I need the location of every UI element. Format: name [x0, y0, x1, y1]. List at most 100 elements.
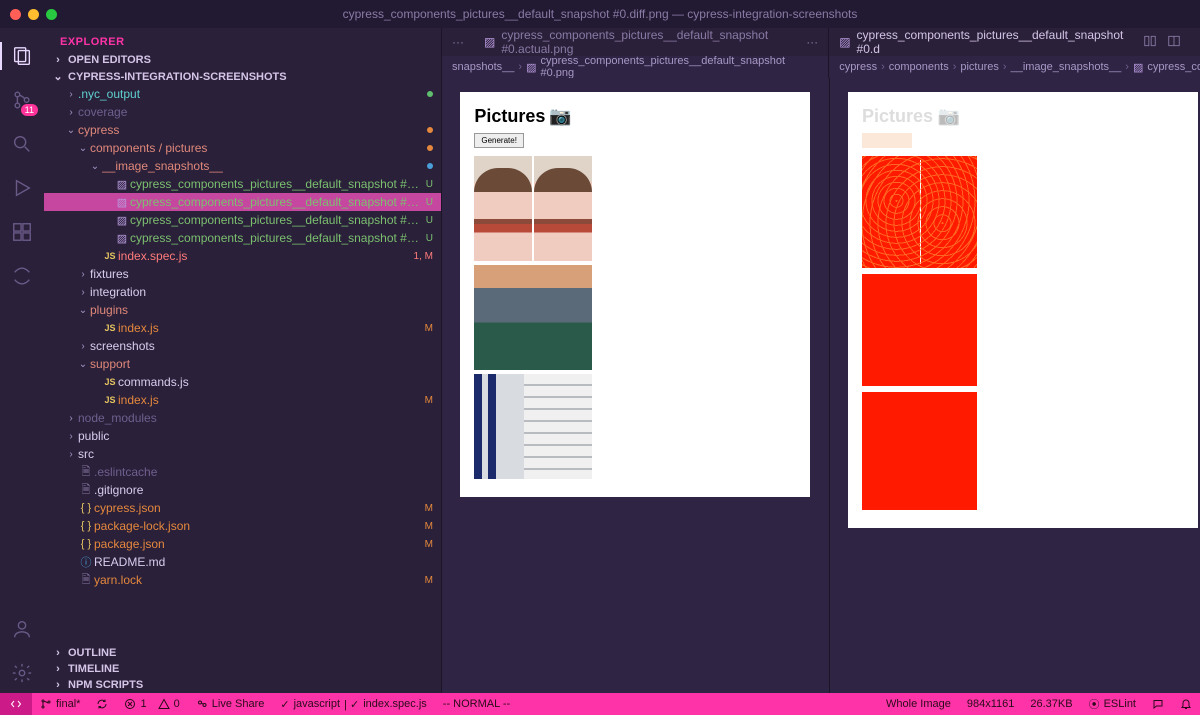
- project-section[interactable]: ⌄CYPRESS-INTEGRATION-SCREENSHOTS: [44, 68, 441, 85]
- open-editors-section[interactable]: ›OPEN EDITORS: [44, 52, 441, 68]
- image-file-icon: ▨: [839, 35, 850, 49]
- breadcrumb-segment[interactable]: snapshots__: [452, 61, 514, 73]
- close-window-button[interactable]: [10, 9, 21, 20]
- json-file-icon: { }: [78, 520, 94, 532]
- minimize-window-button[interactable]: [28, 9, 39, 20]
- notifications-icon[interactable]: [1172, 698, 1200, 710]
- live-share[interactable]: Live Share: [188, 698, 273, 710]
- zoom-level[interactable]: Whole Image: [878, 698, 959, 710]
- breadcrumb-segment[interactable]: cypress: [839, 61, 877, 73]
- account-icon[interactable]: [0, 609, 44, 649]
- file-label: src: [78, 447, 433, 461]
- file-tree-item[interactable]: ⌄components / pictures: [44, 139, 441, 157]
- scm-status-tag: M: [425, 323, 433, 334]
- titlebar: cypress_components_pictures__default_sna…: [0, 0, 1200, 28]
- scm-status-tag: U: [426, 179, 433, 190]
- breadcrumb-left[interactable]: snapshots__›▨cypress_components_pictures…: [442, 56, 829, 78]
- file-label: node_modules: [78, 411, 433, 425]
- status-dot: [427, 145, 433, 151]
- file-tree-item[interactable]: ⌄support: [44, 355, 441, 373]
- sync-icon[interactable]: [88, 698, 116, 710]
- tab-overflow-left[interactable]: ···: [442, 35, 474, 49]
- timeline-section[interactable]: ›TIMELINE: [44, 661, 441, 677]
- git-branch[interactable]: final*: [32, 698, 88, 710]
- file-tree-item[interactable]: JScommands.js: [44, 373, 441, 391]
- search-icon[interactable]: [0, 124, 44, 164]
- breadcrumb-segment[interactable]: __image_snapshots__: [1011, 61, 1122, 73]
- split-editor-icon[interactable]: [1167, 34, 1181, 51]
- breadcrumb-segment[interactable]: cypress_components_pictures__default_sna…: [540, 56, 818, 78]
- breadcrumb-segment[interactable]: cypress_co: [1147, 61, 1200, 73]
- file-tree-item[interactable]: ›src: [44, 445, 441, 463]
- file-tree-item[interactable]: ⌄cypress: [44, 121, 441, 139]
- file-tree-item[interactable]: { }cypress.jsonM: [44, 499, 441, 517]
- file-file-icon: 🗎: [78, 463, 94, 482]
- lang-status[interactable]: ✓ javascript | ✓ index.spec.js: [272, 698, 434, 711]
- tab-actions-left[interactable]: ···: [796, 35, 828, 49]
- file-tree-item[interactable]: ›coverage: [44, 103, 441, 121]
- file-tree-item[interactable]: ›public: [44, 427, 441, 445]
- file-tree-item[interactable]: 🗎yarn.lockM: [44, 571, 441, 589]
- file-tree-item[interactable]: JSindex.spec.js1, M: [44, 247, 441, 265]
- chevron-icon: ⌄: [76, 143, 90, 154]
- outline-section[interactable]: ›OUTLINE: [44, 645, 441, 661]
- file-label: commands.js: [118, 375, 433, 389]
- file-label: .nyc_output: [78, 87, 423, 101]
- settings-gear-icon[interactable]: [0, 653, 44, 693]
- file-tree-item[interactable]: { }package-lock.jsonM: [44, 517, 441, 535]
- file-tree-item[interactable]: ⌄plugins: [44, 301, 441, 319]
- thumb-building: [474, 374, 592, 479]
- file-tree-item[interactable]: ▨cypress_components_pictures__default_sn…: [44, 193, 441, 211]
- breadcrumb-right[interactable]: cypress›components›pictures›__image_snap…: [829, 56, 1200, 78]
- problems[interactable]: 1 0: [116, 698, 187, 710]
- file-tree-item[interactable]: ›screenshots: [44, 337, 441, 355]
- breadcrumb-segment[interactable]: components: [889, 61, 949, 73]
- diff-view-icon[interactable]: [1143, 34, 1157, 51]
- tab-diff-png[interactable]: ▨ cypress_components_pictures__default_s…: [829, 28, 1133, 56]
- chevron-icon: ›: [64, 89, 78, 100]
- breadcrumbs: snapshots__›▨cypress_components_pictures…: [442, 56, 1200, 78]
- npm-scripts-section[interactable]: ›NPM SCRIPTS: [44, 677, 441, 693]
- chevron-icon: ›: [76, 341, 90, 352]
- tab-actions-right[interactable]: ···: [1191, 35, 1200, 49]
- scm-status-tag: M: [425, 575, 433, 586]
- extensions-icon[interactable]: [0, 212, 44, 252]
- tab-actual-png[interactable]: ▨ cypress_components_pictures__default_s…: [474, 28, 796, 56]
- file-tree-item[interactable]: ›node_modules: [44, 409, 441, 427]
- file-tree-item[interactable]: 🗎.gitignore: [44, 481, 441, 499]
- file-tree-item[interactable]: JSindex.jsM: [44, 391, 441, 409]
- file-tree-item[interactable]: ›integration: [44, 283, 441, 301]
- explorer-icon[interactable]: [0, 36, 44, 76]
- file-tree-item[interactable]: ▨cypress_components_pictures__default_sn…: [44, 175, 441, 193]
- breadcrumb-segment[interactable]: pictures: [960, 61, 999, 73]
- image-file-icon: ▨: [526, 61, 536, 74]
- run-debug-icon[interactable]: [0, 168, 44, 208]
- status-dot: [427, 91, 433, 97]
- remote-icon[interactable]: [0, 256, 44, 296]
- eslint-status[interactable]: ⦿ ESLint: [1081, 696, 1144, 712]
- file-label: public: [78, 429, 433, 443]
- chevron-icon: ›: [64, 449, 78, 460]
- file-tree-item[interactable]: ›fixtures: [44, 265, 441, 283]
- source-control-icon[interactable]: 11: [0, 80, 44, 120]
- file-label: cypress_components_pictures__default_sna…: [130, 177, 422, 191]
- file-label: yarn.lock: [94, 573, 421, 587]
- img-file-icon: ▨: [114, 214, 130, 227]
- file-tree-item[interactable]: ▨cypress_components_pictures__default_sn…: [44, 211, 441, 229]
- file-tree-item[interactable]: { }package.jsonM: [44, 535, 441, 553]
- file-tree-item[interactable]: ⌄__image_snapshots__: [44, 157, 441, 175]
- file-tree-item[interactable]: ⓘREADME.md: [44, 553, 441, 571]
- remote-indicator[interactable]: [0, 693, 32, 715]
- file-tree-item[interactable]: ▨cypress_components_pictures__default_sn…: [44, 229, 441, 247]
- file-tree-item[interactable]: 🗎.eslintcache: [44, 463, 441, 481]
- diff-title: Pictures 📷: [862, 106, 1184, 127]
- scm-status-tag: M: [425, 539, 433, 550]
- maximize-window-button[interactable]: [46, 9, 57, 20]
- file-label: package.json: [94, 537, 421, 551]
- scm-status-tag: U: [426, 215, 433, 226]
- chevron-icon: ⌄: [76, 305, 90, 316]
- file-label: cypress_components_pictures__default_sna…: [130, 231, 422, 245]
- feedback-icon[interactable]: [1144, 698, 1172, 710]
- file-tree-item[interactable]: JSindex.jsM: [44, 319, 441, 337]
- file-tree-item[interactable]: ›.nyc_output: [44, 85, 441, 103]
